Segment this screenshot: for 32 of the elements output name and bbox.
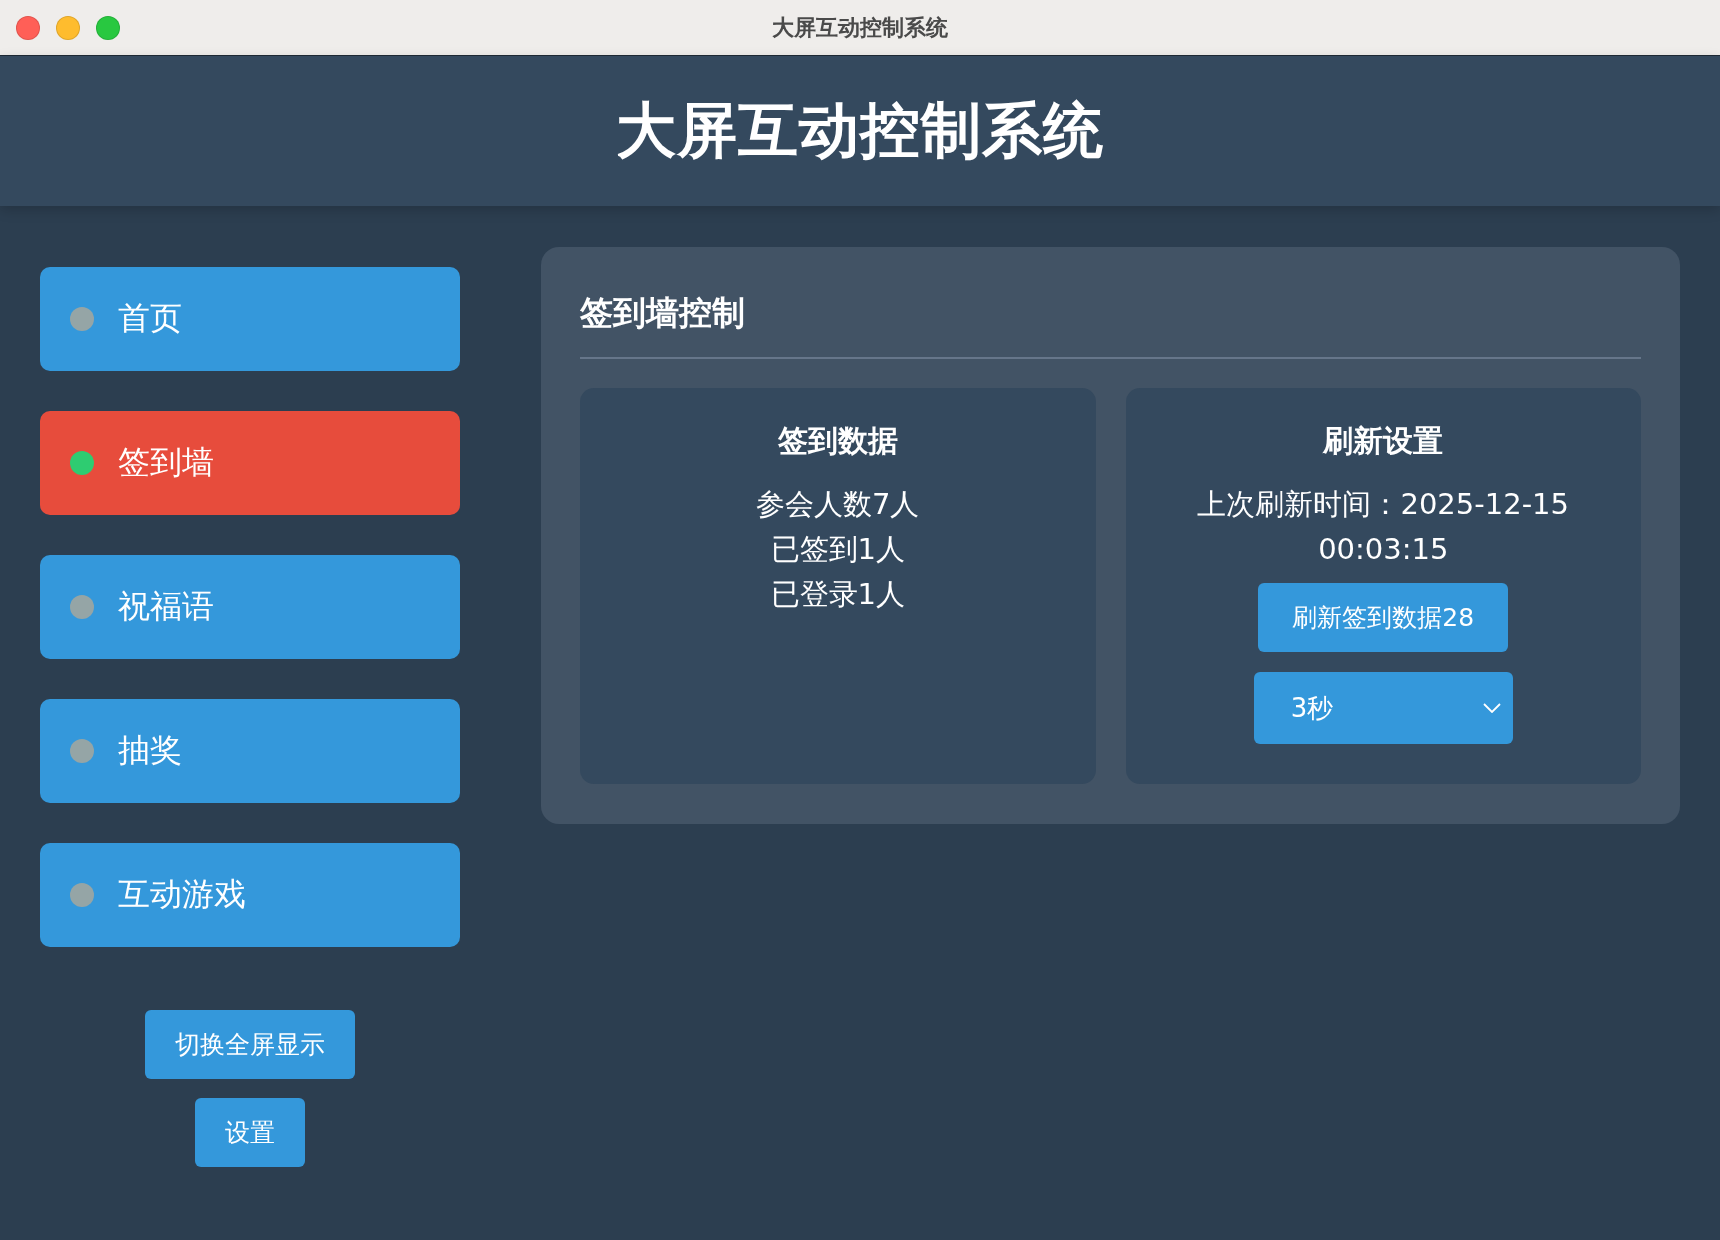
panel-title: 签到墙控制 [580,292,746,334]
stat-text: 参会人数7人 [756,486,920,523]
last-refresh-text: 上次刷新时间：2025-12-15 00:03:15 [1196,486,1570,568]
window-close-icon[interactable] [16,15,40,40]
status-dot-icon [70,883,94,907]
interval-select[interactable]: 3秒 [1253,672,1513,744]
nav-item[interactable]: 祝福语 [40,555,460,659]
status-dot-icon [70,307,94,331]
refresh-button[interactable]: 刷新签到数据28 [1258,583,1509,652]
card-title: 刷新设置 [1323,423,1444,459]
nav-item[interactable]: 抽奖 [40,699,460,803]
nav-item[interactable]: 签到墙 [40,411,460,515]
fullscreen-button[interactable]: 切换全屏显示 [145,1010,355,1079]
nav-label: 签到墙 [118,442,214,483]
stat-text: 已登录1人 [770,576,905,613]
nav-label: 互动游戏 [118,874,246,915]
nav-item[interactable]: 互动游戏 [40,843,460,947]
window-title: 大屏互动控制系统 [772,13,948,42]
app-title: 大屏互动控制系统 [616,93,1104,167]
window-maximize-icon[interactable] [96,15,120,40]
card-title: 签到数据 [777,423,898,459]
nav-item[interactable]: 首页 [40,267,460,371]
nav-label: 首页 [118,298,182,339]
stat-text: 已签到1人 [770,531,905,568]
status-dot-icon [70,451,94,475]
window-minimize-icon[interactable] [56,15,80,40]
settings-button[interactable]: 设置 [195,1098,305,1167]
status-dot-icon [70,595,94,619]
status-dot-icon [70,739,94,763]
nav-label: 抽奖 [118,730,182,771]
nav-label: 祝福语 [118,586,214,627]
chevron-down-icon [1482,703,1501,713]
